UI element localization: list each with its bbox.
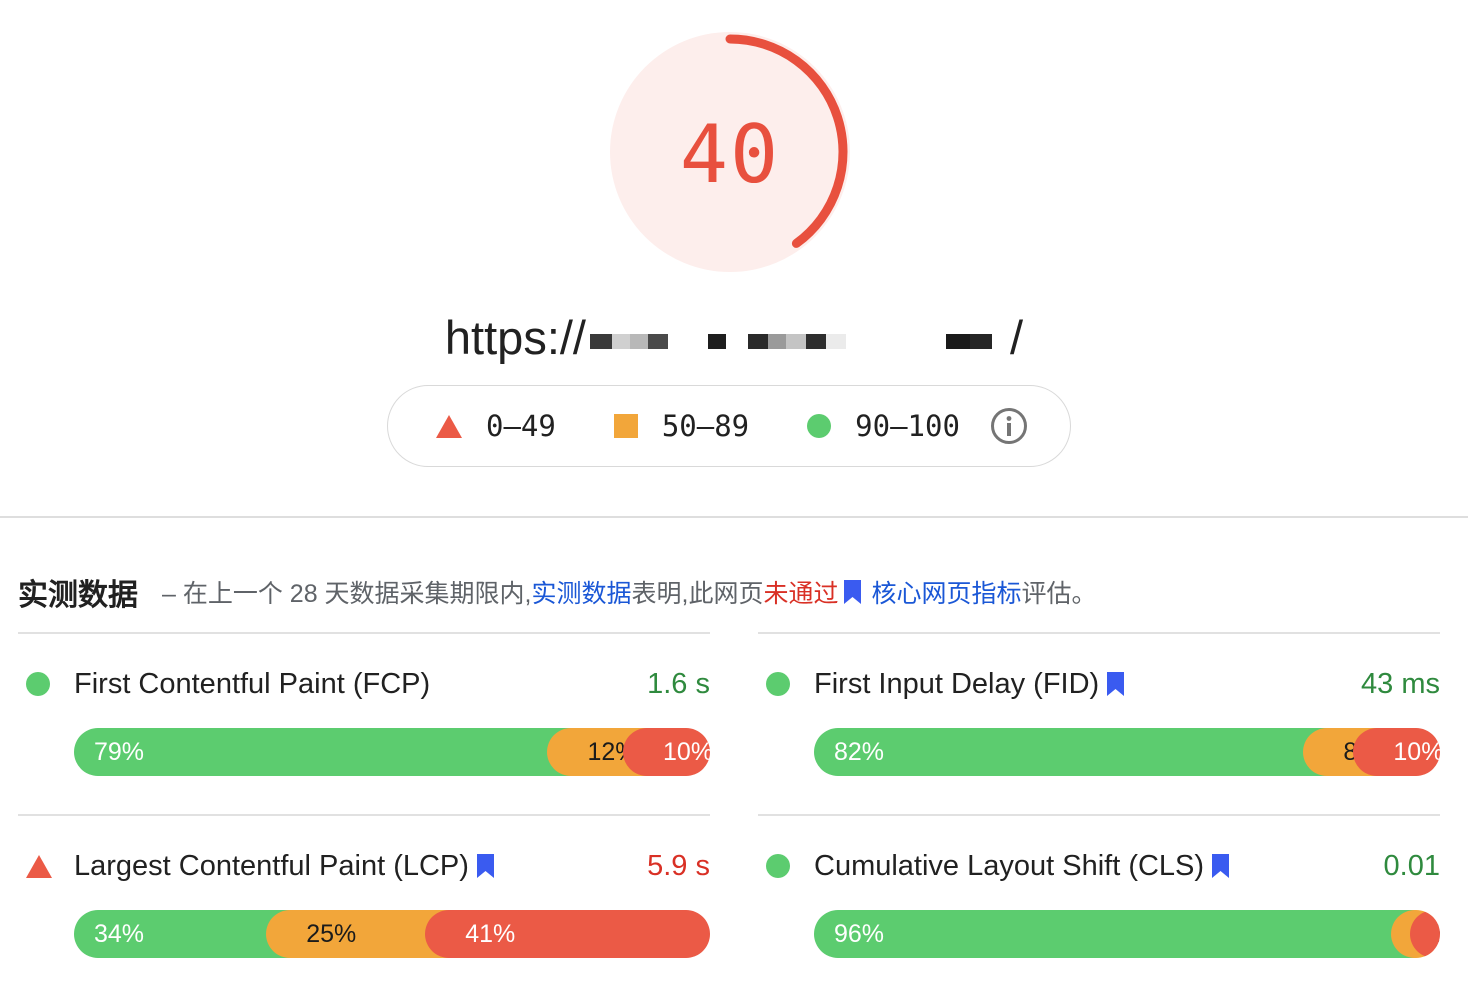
legend-item-pass: 90–100	[807, 409, 960, 443]
legend-range-pass: 90–100	[855, 409, 960, 443]
legend-item-average: 50–89	[613, 409, 750, 443]
metric-divider	[758, 814, 1440, 816]
metric-name: First Input Delay (FID)	[814, 668, 1134, 701]
circle-green-icon	[26, 672, 50, 696]
core-web-vitals-link[interactable]: 核心网页指标	[871, 574, 1021, 610]
metric-distribution-bar: 82% 8% 10%	[814, 728, 1440, 776]
bar-segment-poor: 10%	[1353, 728, 1440, 776]
metric-name: Cumulative Layout Shift (CLS)	[814, 850, 1239, 883]
metric-name-text: First Contentful Paint (FCP)	[74, 667, 431, 700]
metric-status	[18, 854, 74, 878]
circle-green-icon	[766, 854, 790, 878]
url-prefix: https://	[444, 310, 586, 364]
metric-name: Largest Contentful Paint (LCP)	[74, 850, 504, 883]
metric-name: First Contentful Paint (FCP)	[74, 668, 430, 701]
performance-score-gauge: 40	[608, 30, 852, 274]
url-redacted-mask	[588, 322, 1008, 352]
metric-name-text: First Input Delay (FID)	[814, 667, 1100, 700]
bar-segment-good: 82%	[814, 728, 1328, 776]
metric-value: 43 ms	[1361, 667, 1440, 700]
metric-distribution-bar: 79% 12% 10%	[74, 728, 710, 776]
metric-status	[758, 854, 814, 878]
bar-segment-good: 79%	[74, 728, 572, 776]
metric-header: Cumulative Layout Shift (CLS) 0.01	[758, 844, 1440, 888]
bookmark-icon	[1212, 854, 1230, 878]
legend-range-average: 50–89	[661, 409, 750, 443]
tested-url: https:// /	[0, 306, 1468, 368]
bookmark-icon	[1107, 672, 1125, 696]
field-data-title: 实测数据	[18, 579, 138, 612]
segment-label: 96%	[834, 920, 885, 948]
square-orange-icon	[613, 414, 638, 438]
triangle-red-icon	[436, 414, 462, 438]
bar-segment-good: 96%	[814, 910, 1415, 958]
metric-value: 5.9 s	[647, 849, 710, 882]
circle-green-icon	[807, 414, 832, 438]
metric-header: First Contentful Paint (FCP) 1.6 s	[18, 662, 710, 706]
metric-status	[18, 672, 74, 696]
segment-label: 79%	[94, 738, 145, 766]
segment-label: 1%	[1410, 910, 1440, 958]
metric-divider	[18, 632, 710, 634]
bar-segment-poor: 41%	[425, 910, 710, 958]
metric-value: 1.6 s	[647, 667, 710, 700]
metric-divider	[758, 632, 1440, 634]
legend-range-fail: 0–49	[486, 409, 556, 443]
field-data-header: 实测数据 – 在上一个 28 天数据采集期限内, 实测数据 表明,此网页 未通过…	[18, 570, 1458, 614]
section-divider	[0, 516, 1468, 518]
metric-header: Largest Contentful Paint (LCP) 5.9 s	[18, 844, 710, 888]
bar-segment-poor: 10%	[623, 728, 710, 776]
metric-distribution-bar: 96% 3% 1%	[814, 910, 1440, 958]
metric-status	[758, 672, 814, 696]
field-data-description: – 在上一个 28 天数据采集期限内, 实测数据 表明,此网页 未通过 核心网页…	[162, 574, 1097, 610]
bar-segment-good: 34%	[74, 910, 291, 958]
segment-label: 10%	[663, 738, 710, 766]
metric-header: First Input Delay (FID) 43 ms	[758, 662, 1440, 706]
field-desc-tail: 评估。	[1021, 580, 1097, 608]
segment-label: 25%	[306, 920, 357, 948]
segment-label: 10%	[1393, 738, 1440, 766]
triangle-red-icon	[26, 854, 52, 878]
field-desc-mid: 表明,此网页	[631, 580, 764, 608]
performance-score-value: 40	[679, 107, 781, 201]
metric-distribution-bar: 34% 25% 41%	[74, 910, 710, 958]
info-icon[interactable]	[990, 407, 1028, 445]
segment-label: 34%	[94, 920, 145, 948]
metric-divider	[18, 814, 710, 816]
legend-item-fail: 0–49	[436, 409, 556, 443]
bookmark-icon	[476, 854, 494, 878]
segment-label: 41%	[465, 920, 516, 948]
circle-green-icon	[766, 672, 790, 696]
assessment-failed-text: 未通过	[763, 580, 839, 608]
metric-name-text: Largest Contentful Paint (LCP)	[74, 849, 469, 882]
url-suffix: /	[1010, 310, 1024, 364]
metric-name-text: Cumulative Layout Shift (CLS)	[814, 849, 1205, 882]
score-legend: 0–49 50–89 90–100	[387, 385, 1071, 467]
bar-segment-average: 25%	[266, 910, 450, 958]
bookmark-icon	[844, 580, 862, 604]
field-desc-lead: – 在上一个 28 天数据采集期限内,	[162, 580, 532, 608]
bar-segment-poor: 1%	[1409, 910, 1440, 958]
segment-label: 82%	[834, 738, 885, 766]
field-data-link[interactable]: 实测数据	[532, 574, 632, 610]
metric-value: 0.01	[1383, 849, 1440, 882]
